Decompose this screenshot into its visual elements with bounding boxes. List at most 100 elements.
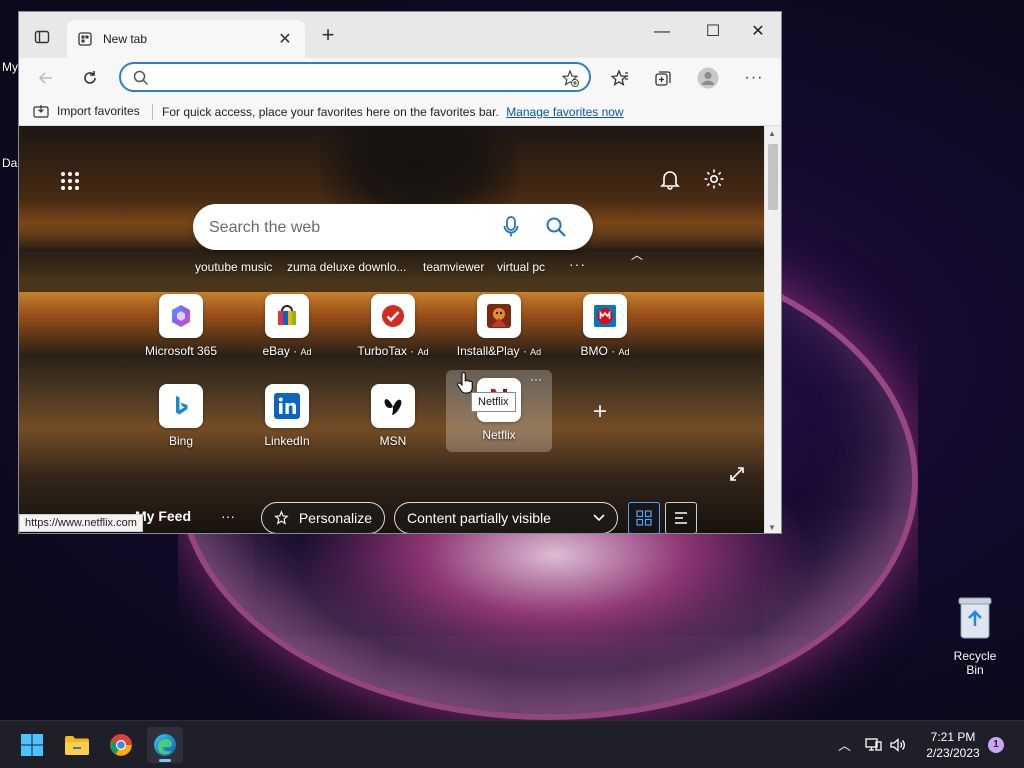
microsoft-365-icon: [172, 305, 190, 327]
profile-button[interactable]: [695, 66, 721, 90]
my-feed-tab[interactable]: My Feed: [135, 508, 191, 524]
bmo-tile: [583, 294, 627, 338]
quick-link-linkedin[interactable]: LinkedIn: [234, 384, 340, 464]
taskbar-clock[interactable]: 7:21 PM 2/23/2023: [920, 729, 986, 761]
page-scrollbar[interactable]: ▲ ▼: [764, 126, 781, 533]
taskbar-file-explorer[interactable]: [59, 727, 95, 763]
refresh-button[interactable]: [77, 66, 103, 90]
favbar-message: For quick access, place your favorites h…: [162, 105, 624, 119]
suggestions-more-button[interactable]: ···: [569, 256, 586, 272]
maximize-button[interactable]: ☐: [690, 20, 736, 44]
grid-view-button[interactable]: [628, 502, 660, 533]
file-explorer-folder-icon: [65, 736, 89, 755]
profile-avatar-icon: [697, 67, 719, 89]
refresh-icon: [84, 71, 96, 84]
bing-tile: [159, 384, 203, 428]
back-arrow-icon: [38, 72, 52, 84]
desktop-icon-label-partial[interactable]: My: [2, 60, 18, 74]
favorites-button[interactable]: [607, 66, 633, 90]
favorites-bar: Import favorites For quick access, place…: [19, 98, 781, 126]
quick-link-bing[interactable]: Bing: [128, 384, 234, 464]
edge-browser-window: New tab ✕ + — ☐ ✕ ··· Import favorites F…: [18, 11, 782, 534]
volume-icon[interactable]: [889, 736, 907, 754]
web-search-input[interactable]: [209, 217, 499, 239]
close-window-button[interactable]: ✕: [735, 20, 781, 44]
quick-link-microsoft-365[interactable]: Microsoft 365: [128, 294, 234, 374]
import-favorites-label: Import favorites: [57, 104, 140, 118]
ebay-shopping-bag-icon: [278, 305, 296, 325]
web-search-box[interactable]: [193, 204, 593, 250]
tab-actions-button[interactable]: [27, 24, 57, 50]
address-bar[interactable]: [119, 62, 591, 92]
taskbar-chrome[interactable]: [103, 727, 139, 763]
back-button[interactable]: [33, 66, 59, 90]
microphone-icon[interactable]: [503, 216, 519, 238]
turbotax-tile: [371, 294, 415, 338]
personalize-star-icon: [274, 510, 289, 525]
windows-start-icon: [21, 734, 43, 756]
add-favorite-icon[interactable]: [561, 69, 579, 87]
collections-button[interactable]: [650, 66, 676, 90]
search-suggestion[interactable]: zuma deluxe downlo...: [287, 260, 406, 274]
network-icon[interactable]: [864, 736, 882, 754]
content-visibility-dropdown[interactable]: Content partially visible: [394, 502, 618, 533]
taskbar-edge[interactable]: [147, 727, 183, 763]
quick-link-label: Bing: [168, 434, 194, 448]
quick-link-more-options-button[interactable]: ···: [530, 372, 542, 386]
tab-actions-icon: [34, 30, 50, 44]
search-icon: [133, 70, 149, 86]
recycle-bin[interactable]: Recycle Bin: [944, 596, 1006, 677]
netflix-tooltip: Netflix: [471, 392, 516, 412]
scroll-up-arrow-icon[interactable]: ▲: [768, 129, 776, 138]
new-tab-button[interactable]: +: [315, 24, 341, 46]
list-view-button[interactable]: [665, 502, 697, 533]
search-submit-icon[interactable]: [545, 216, 567, 238]
hand-cursor-icon: [457, 372, 473, 394]
notification-count-badge[interactable]: 1: [988, 737, 1004, 753]
install-and-play-tile: [477, 294, 521, 338]
search-suggestion[interactable]: virtual pc: [497, 260, 545, 274]
search-suggestion[interactable]: teamviewer: [423, 260, 484, 274]
search-suggestion[interactable]: youtube music: [195, 260, 272, 274]
quick-link-msn[interactable]: MSN: [340, 384, 446, 464]
tab-strip: New tab ✕ + — ☐ ✕: [19, 12, 781, 58]
ebay-tile: [265, 294, 309, 338]
link-status-url: https://www.netflix.com: [19, 514, 143, 532]
quick-link-install-and-play[interactable]: Install&Play · Ad: [446, 294, 552, 374]
personalize-button[interactable]: Personalize: [261, 502, 385, 533]
manage-favorites-link[interactable]: Manage favorites now: [506, 105, 623, 119]
quick-link-label: TurboTax · Ad: [357, 344, 429, 358]
scroll-down-arrow-icon[interactable]: ▼: [768, 523, 776, 532]
tab-new-tab[interactable]: New tab ✕: [67, 20, 305, 58]
tab-title: New tab: [103, 32, 148, 46]
scrollbar-thumb[interactable]: [768, 144, 778, 210]
new-tab-page-icon: [78, 32, 92, 46]
bing-logo-icon: [176, 396, 188, 415]
favbar-divider: [152, 104, 153, 120]
msn-butterfly-icon: [384, 399, 402, 415]
start-button[interactable]: [14, 727, 50, 763]
desktop-icon-label-partial[interactable]: Da: [2, 156, 17, 170]
quick-link-label: Netflix: [482, 428, 516, 442]
tab-close-icon[interactable]: ✕: [275, 29, 295, 49]
quick-link-label: Microsoft 365: [144, 344, 218, 358]
quick-link-ebay[interactable]: eBay · Ad: [234, 294, 340, 374]
import-favorites-button[interactable]: Import favorites: [33, 104, 140, 118]
expand-fullscreen-icon[interactable]: [729, 466, 745, 482]
add-site-button[interactable]: +: [593, 398, 607, 426]
minimize-button[interactable]: —: [639, 20, 685, 44]
settings-more-button[interactable]: ···: [741, 66, 767, 90]
quick-link-label: Install&Play · Ad: [456, 344, 542, 358]
notifications-bell-icon[interactable]: [659, 168, 681, 190]
show-hidden-icons-button[interactable]: ︿: [838, 735, 851, 754]
page-settings-gear-icon[interactable]: [703, 168, 725, 190]
app-launcher-icon[interactable]: [59, 170, 81, 192]
quick-link-turbotax[interactable]: TurboTax · Ad: [340, 294, 446, 374]
address-input[interactable]: [157, 68, 557, 88]
collapse-quick-links-icon[interactable]: ︿: [631, 246, 643, 263]
quick-link-bmo[interactable]: BMO · Ad: [552, 294, 658, 374]
quick-link-label: MSN: [379, 434, 407, 448]
recycle-bin-icon: [958, 597, 992, 639]
favbar-message-text: For quick access, place your favorites h…: [162, 105, 499, 119]
feed-more-button[interactable]: ···: [221, 508, 235, 524]
